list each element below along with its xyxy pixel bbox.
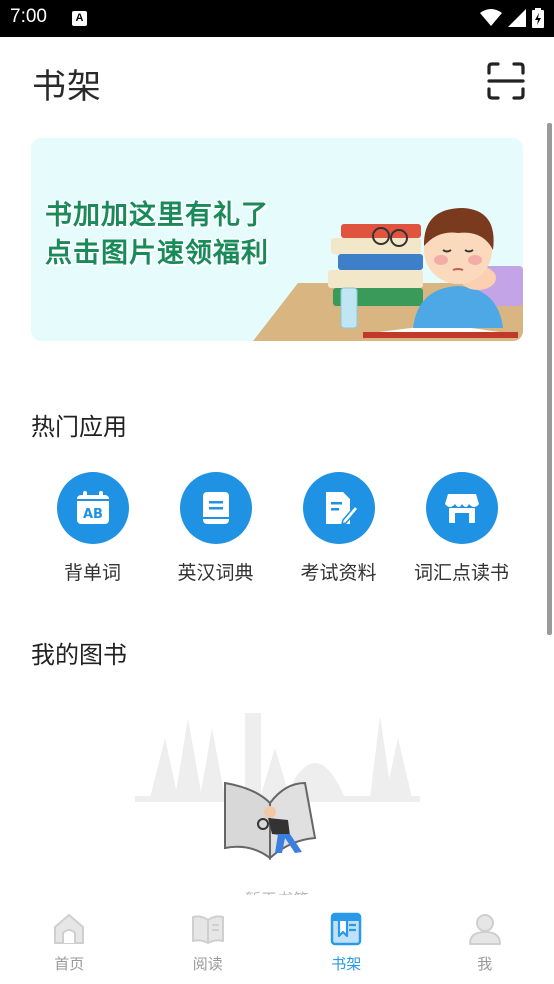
my-books-title: 我的图书 (31, 641, 127, 669)
app-vocabulary[interactable]: AB 背单词 (31, 472, 154, 592)
tab-label: 阅读 (192, 955, 223, 973)
app-label: 考试资料 (300, 562, 377, 584)
app-label: 英汉词典 (177, 562, 254, 584)
app-vocab-reading-book[interactable]: 词汇点读书 (400, 472, 523, 592)
status-a-badge: A (72, 11, 87, 26)
document-pen-icon (302, 472, 375, 544)
banner-line-1: 书加加这里有礼了 (45, 200, 269, 231)
status-time: 7:00 (10, 6, 47, 27)
read-book-icon (191, 915, 224, 944)
tab-home[interactable]: 首页 (0, 895, 139, 984)
banner-illustration (253, 208, 523, 341)
scrollbar[interactable] (547, 123, 552, 635)
app-dictionary[interactable]: 英汉词典 (154, 472, 277, 592)
tab-bookshelf[interactable]: 书架 (277, 895, 416, 984)
calendar-ab-icon: AB (56, 472, 129, 544)
hot-apps-title: 热门应用 (31, 413, 127, 441)
tab-reading[interactable]: 阅读 (139, 895, 278, 984)
tab-me[interactable]: 我 (416, 895, 554, 984)
battery-icon (532, 8, 544, 28)
app-exam-materials[interactable]: 考试资料 (277, 472, 400, 592)
bookshelf-icon (331, 912, 362, 946)
promo-banner[interactable]: 书加加这里有礼了 点击图片速领福利 (31, 138, 523, 341)
wifi-icon (480, 9, 502, 26)
status-icons (480, 8, 544, 28)
signal-icon (508, 9, 526, 27)
store-icon (425, 472, 498, 544)
tab-label: 书架 (331, 955, 362, 973)
app-label: 背单词 (63, 562, 121, 584)
page-title: 书架 (32, 67, 102, 107)
banner-line-2: 点击图片速领福利 (45, 238, 269, 269)
book-icon (179, 472, 252, 544)
svg-text:AB: AB (83, 507, 103, 522)
tab-label: 我 (477, 955, 493, 973)
hot-apps-grid: AB 背单词 英汉词典 考试资料 词汇点读书 (31, 472, 523, 592)
user-icon (468, 914, 501, 945)
home-icon (54, 914, 85, 944)
bottom-tab-bar: 首页 阅读 书架 我 (0, 895, 554, 984)
scan-icon[interactable] (486, 61, 526, 101)
empty-books-illustration (135, 713, 420, 861)
tab-label: 首页 (54, 955, 85, 973)
app-label: 词汇点读书 (413, 562, 509, 584)
status-bar: 7:00 A (0, 0, 554, 37)
app-header: 书架 (0, 37, 554, 123)
